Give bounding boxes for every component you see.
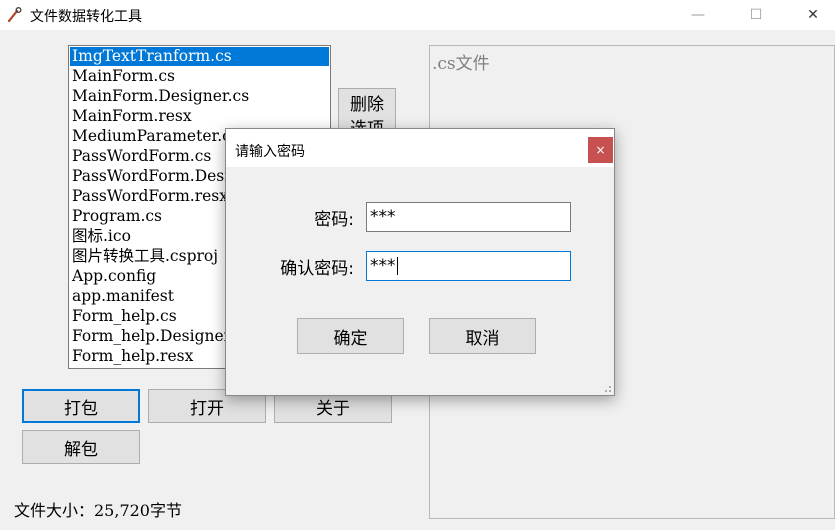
preview-text: .cs文件 xyxy=(432,54,490,74)
confirm-password-input[interactable]: *** xyxy=(366,251,571,281)
file-size-label: 文件大小：25,720字节 xyxy=(14,501,182,520)
minimize-button[interactable]: — xyxy=(675,0,721,30)
list-item[interactable]: ImgTextTranform.cs xyxy=(70,47,329,66)
confirm-password-label: 确认密码: xyxy=(280,259,354,279)
dialog-close-button[interactable]: × xyxy=(588,137,613,163)
ok-button[interactable]: 确定 xyxy=(297,318,404,354)
cancel-button[interactable]: 取消 xyxy=(429,318,536,354)
maximize-icon: ☐ xyxy=(749,7,763,23)
password-label: 密码: xyxy=(314,210,354,230)
unpack-button[interactable]: 解包 xyxy=(22,430,140,464)
close-icon: ✕ xyxy=(807,7,819,23)
resize-grip-icon[interactable] xyxy=(602,383,612,393)
password-dialog: 请输入密码 × 密码: *** 确认密码: *** 确定 取消 xyxy=(225,128,615,396)
minimize-icon: — xyxy=(691,7,705,23)
list-item[interactable]: MainForm.resx xyxy=(69,106,330,126)
maximize-button[interactable]: ☐ xyxy=(733,0,779,30)
window-title: 文件数据转化工具 xyxy=(30,9,142,25)
close-button[interactable]: ✕ xyxy=(790,0,835,30)
confirm-password-value: *** xyxy=(370,256,396,276)
pack-button[interactable]: 打包 xyxy=(22,389,140,423)
app-icon xyxy=(7,7,22,23)
text-cursor xyxy=(396,257,398,275)
delete-button-label-line1: 删除 xyxy=(350,95,384,115)
dialog-title-bar: 请输入密码 × xyxy=(226,129,614,167)
password-input[interactable]: *** xyxy=(366,202,571,232)
list-item[interactable]: MainForm.cs xyxy=(69,66,330,86)
title-bar: 文件数据转化工具 — ☐ ✕ xyxy=(0,0,835,30)
list-item[interactable]: MainForm.Designer.cs xyxy=(69,86,330,106)
close-icon: × xyxy=(595,143,606,157)
dialog-title: 请输入密码 xyxy=(235,144,305,160)
